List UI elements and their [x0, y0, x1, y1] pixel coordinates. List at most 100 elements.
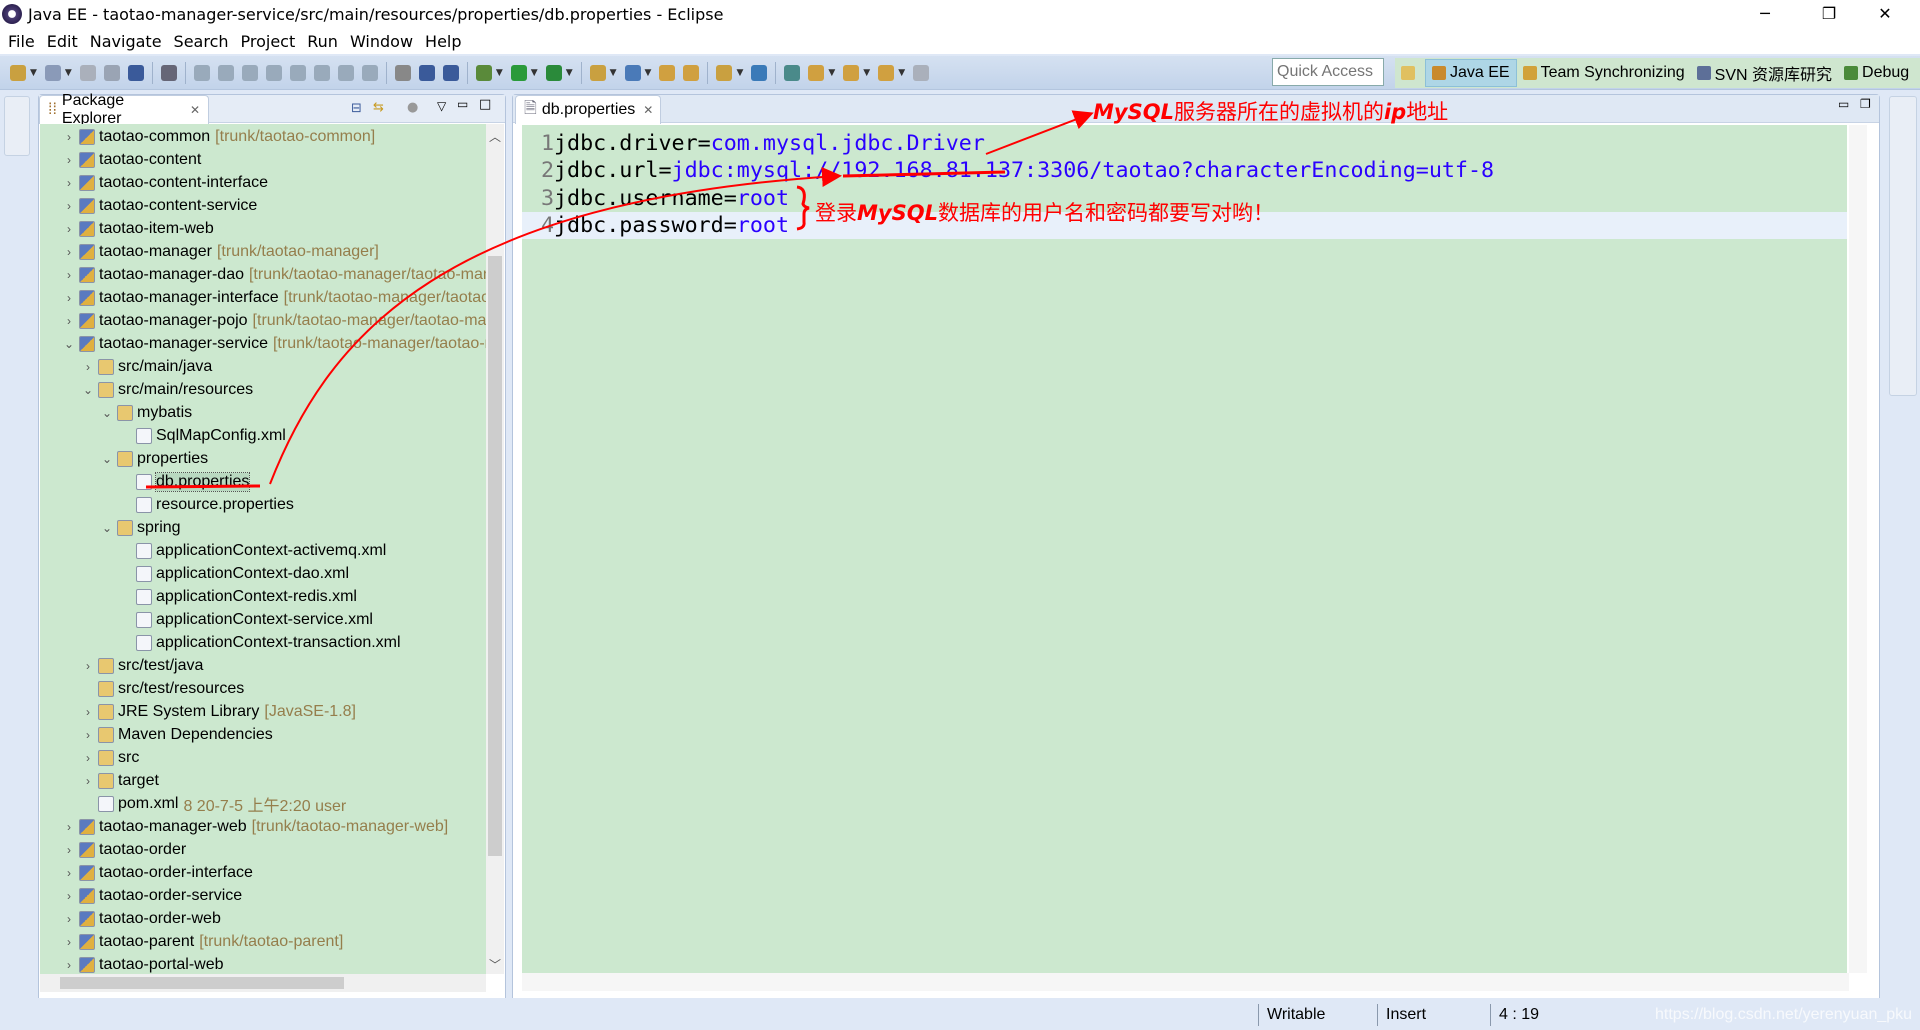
- expanded-chevron-icon[interactable]: ⌄: [100, 406, 114, 420]
- collapsed-chevron-icon[interactable]: ›: [62, 843, 76, 857]
- drop-to-frame-icon[interactable]: [361, 64, 378, 81]
- tree-item[interactable]: › Maven Dependencies: [81, 723, 273, 746]
- tree-item[interactable]: › taotao-order-web: [62, 907, 221, 930]
- debug-dropdown-icon[interactable]: ▼: [496, 68, 503, 78]
- new-dropdown-icon[interactable]: ▼: [30, 68, 37, 78]
- run-server-dropdown-icon[interactable]: ▼: [566, 68, 573, 78]
- tree-item[interactable]: resource.properties: [119, 493, 294, 516]
- open-type-icon[interactable]: [659, 64, 676, 81]
- restore-button[interactable]: ❐: [1806, 0, 1852, 28]
- prev-annotation-icon[interactable]: [843, 64, 860, 81]
- minimize-button[interactable]: ─: [1742, 0, 1788, 28]
- tree-item[interactable]: applicationContext-transaction.xml: [119, 631, 401, 654]
- collapsed-chevron-icon[interactable]: ›: [62, 268, 76, 282]
- collapsed-chevron-icon[interactable]: ›: [62, 820, 76, 834]
- resume-icon[interactable]: [193, 64, 210, 81]
- tree-item[interactable]: › taotao-order-service: [62, 884, 242, 907]
- tree-item[interactable]: › taotao-manager-web [trunk/taotao-manager…: [62, 815, 448, 838]
- menu-window[interactable]: Window: [350, 32, 413, 51]
- new-icon[interactable]: [10, 64, 26, 81]
- expanded-chevron-icon[interactable]: ⌄: [100, 521, 114, 535]
- restore-editor-icon[interactable]: ❐: [1860, 97, 1871, 111]
- close-button[interactable]: ✕: [1862, 0, 1908, 28]
- collapsed-chevron-icon[interactable]: ›: [62, 866, 76, 880]
- search-icon[interactable]: [716, 64, 733, 81]
- collapsed-chevron-icon[interactable]: ›: [81, 360, 95, 374]
- scroll-down-icon[interactable]: ﹀: [489, 956, 501, 973]
- collapsed-chevron-icon[interactable]: ›: [62, 176, 76, 190]
- tree-item[interactable]: db.properties: [119, 470, 251, 493]
- tree-item[interactable]: › taotao-portal-web: [62, 953, 224, 974]
- new-class-dropdown-icon[interactable]: ▼: [645, 68, 652, 78]
- tree-horizontal-scrollbar[interactable]: [40, 974, 486, 992]
- expanded-chevron-icon[interactable]: ⌄: [81, 383, 95, 397]
- tree-item[interactable]: ⌄ src/main/resources: [81, 378, 253, 401]
- tree-item[interactable]: › taotao-parent [trunk/taotao-parent]: [62, 930, 343, 953]
- show-whitespace-icon[interactable]: [442, 64, 459, 81]
- terminal-icon[interactable]: [127, 64, 144, 81]
- back-dropdown-icon[interactable]: ▼: [898, 68, 905, 78]
- next-annotation-dropdown-icon[interactable]: ▼: [828, 68, 835, 78]
- disconnect-icon[interactable]: [265, 64, 282, 81]
- run-icon[interactable]: [510, 64, 527, 81]
- tree-vertical-scroll-thumb[interactable]: [488, 256, 502, 856]
- forward-icon[interactable]: [913, 64, 930, 81]
- tree-horizontal-scroll-thumb[interactable]: [60, 977, 344, 989]
- close-tab-icon[interactable]: ✕: [643, 103, 653, 117]
- tree-item[interactable]: › taotao-content: [62, 148, 201, 171]
- search-dropdown-icon[interactable]: ▼: [736, 68, 743, 78]
- editor-vertical-scrollbar[interactable]: [1849, 125, 1867, 973]
- use-step-filters-icon[interactable]: [394, 64, 411, 81]
- next-annotation-icon[interactable]: [808, 64, 825, 81]
- tree-item[interactable]: › taotao-manager [trunk/taotao-manager]: [62, 240, 379, 263]
- scroll-up-icon[interactable]: ︿: [489, 128, 501, 145]
- tree-item[interactable]: pom.xml 8 20-7-5 上午2:20 user: [81, 792, 346, 815]
- tree-item[interactable]: applicationContext-activemq.xml: [119, 539, 386, 562]
- collapsed-chevron-icon[interactable]: ›: [62, 889, 76, 903]
- editor-horizontal-scrollbar[interactable]: [522, 973, 1849, 991]
- tree-item[interactable]: › taotao-manager-dao [trunk/taotao-manager…: [62, 263, 486, 286]
- tree-item[interactable]: › taotao-common [trunk/taotao-common]: [62, 125, 375, 148]
- suspend-icon[interactable]: [217, 64, 234, 81]
- debug-icon[interactable]: [475, 64, 492, 81]
- minimize-editor-icon[interactable]: ▭: [1838, 97, 1849, 111]
- view-menu-icon[interactable]: ▽: [437, 99, 446, 113]
- tree-item[interactable]: SqlMapConfig.xml: [119, 424, 286, 447]
- filters-icon[interactable]: ●: [407, 100, 418, 115]
- new-dropdown-dropdown-icon[interactable]: ▼: [65, 68, 72, 78]
- code-line[interactable]: 1jdbc.driver=com.mysql.jdbc.Driver: [522, 130, 1847, 157]
- perspective-debug-button[interactable]: Debug: [1838, 59, 1915, 87]
- new-dropdown-icon[interactable]: [44, 64, 61, 81]
- save-icon[interactable]: [79, 64, 96, 81]
- tree-item[interactable]: ⌄ taotao-manager-service [trunk/taotao-man…: [62, 332, 486, 355]
- collapsed-chevron-icon[interactable]: ›: [62, 314, 76, 328]
- back-icon[interactable]: [878, 64, 895, 81]
- tree-item[interactable]: › taotao-content-service: [62, 194, 257, 217]
- minimize-view-icon[interactable]: ▭: [457, 97, 468, 111]
- globe-icon[interactable]: [751, 64, 768, 81]
- collapsed-chevron-icon[interactable]: ›: [62, 130, 76, 144]
- tree-item[interactable]: src/test/resources: [81, 677, 244, 700]
- collapsed-chevron-icon[interactable]: ›: [62, 912, 76, 926]
- expanded-chevron-icon[interactable]: ⌄: [100, 452, 114, 466]
- perspective-team-button[interactable]: Team Synchronizing: [1517, 59, 1691, 87]
- collapsed-chevron-icon[interactable]: ›: [62, 291, 76, 305]
- quick-access-input[interactable]: [1272, 58, 1384, 86]
- tab-package-explorer[interactable]: ⁞⁞ Package Explorer ✕: [39, 92, 209, 127]
- new-server-dropdown-icon[interactable]: ▼: [610, 68, 617, 78]
- collapsed-chevron-icon[interactable]: ›: [62, 222, 76, 236]
- terminate-icon[interactable]: [241, 64, 258, 81]
- menu-search[interactable]: Search: [174, 32, 229, 51]
- collapsed-chevron-icon[interactable]: ›: [81, 751, 95, 765]
- close-tab-icon[interactable]: ✕: [190, 103, 200, 117]
- menu-project[interactable]: Project: [241, 32, 296, 51]
- menu-file[interactable]: File: [8, 32, 35, 51]
- tree-item[interactable]: › taotao-manager-interface [trunk/taotao-m…: [62, 286, 486, 309]
- tree-item[interactable]: applicationContext-service.xml: [119, 608, 373, 631]
- tree-item[interactable]: › target: [81, 769, 159, 792]
- tree-item[interactable]: › src/main/java: [81, 355, 212, 378]
- perspective-svn-button[interactable]: SVN 资源库研究: [1691, 59, 1838, 87]
- collapsed-chevron-icon[interactable]: ›: [62, 935, 76, 949]
- menu-help[interactable]: Help: [425, 32, 461, 51]
- collapsed-chevron-icon[interactable]: ›: [81, 774, 95, 788]
